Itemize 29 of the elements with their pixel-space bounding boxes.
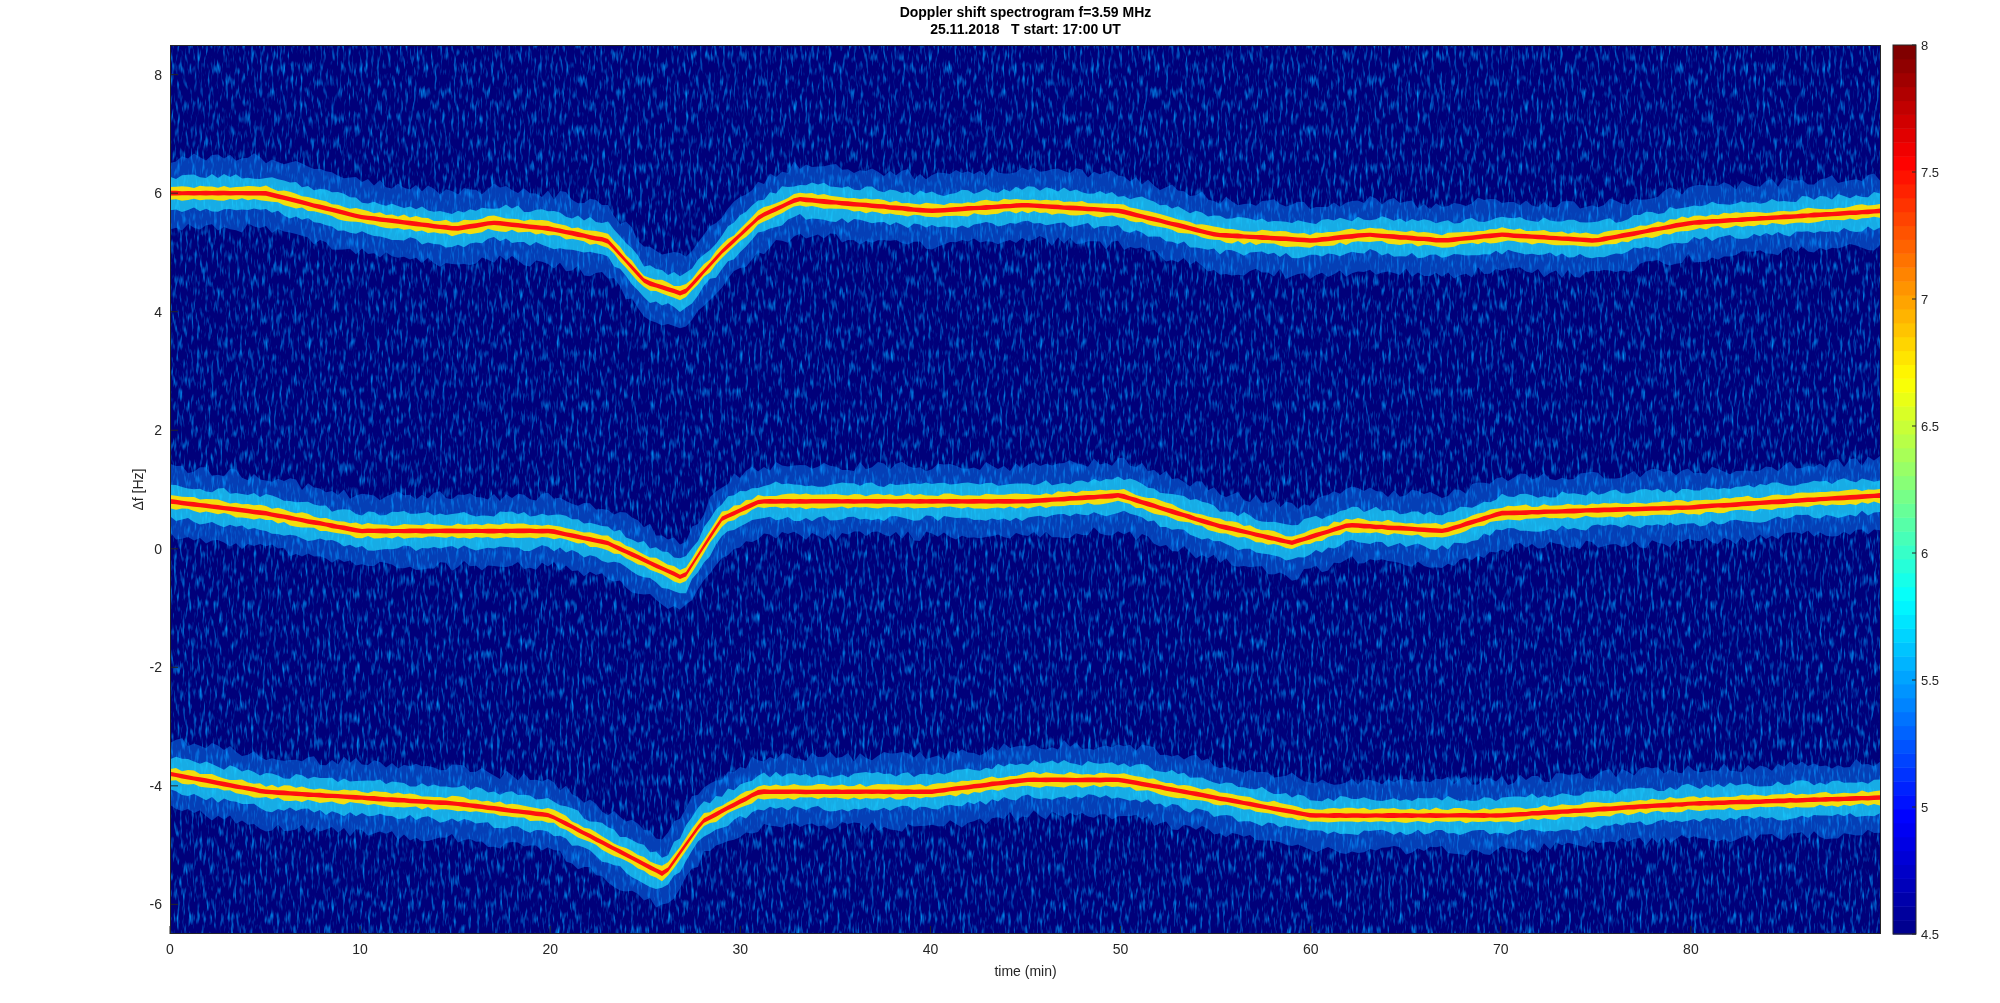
x-tick-label: 0: [166, 941, 174, 957]
x-tick-label: 80: [1683, 941, 1699, 957]
y-tick-label: 6: [154, 185, 162, 202]
x-tick-label: 10: [352, 941, 368, 957]
y-tick-label: -6: [149, 896, 162, 913]
y-tick-label: 4: [154, 303, 162, 320]
plot-title: Doppler shift spectrogram f=3.59 MHz: [899, 4, 1152, 20]
x-tick-label: 40: [922, 941, 939, 957]
y-tick-label: -2: [149, 659, 162, 676]
y-tick-label: -4: [149, 777, 162, 794]
colorbar-tick-label: 6: [1921, 546, 1929, 561]
x-axis-label: time (min): [994, 963, 1057, 979]
colorbar-tick-label: 4.5: [1921, 927, 1940, 942]
colorbar-tick-label: 6.5: [1921, 419, 1940, 434]
x-tick-label: 50: [1112, 941, 1129, 957]
x-tick-label: 20: [542, 941, 558, 957]
colorbar-tick-label: 5: [1921, 800, 1929, 815]
y-tick-label: 0: [154, 540, 162, 557]
plot-title: 25.11.2018 T start: 17:00 UT: [930, 21, 1121, 37]
x-tick-label: 60: [1302, 941, 1319, 957]
colorbar-tick-label: 7: [1921, 292, 1929, 307]
colorbar-tick-label: 5.5: [1921, 673, 1940, 688]
y-tick-label: 8: [154, 66, 162, 83]
y-axis-label: Δf [Hz]: [130, 468, 146, 511]
x-tick-label: 30: [732, 941, 749, 957]
y-tick-label: 2: [154, 422, 162, 439]
colorbar-tick-label: 8: [1921, 38, 1929, 53]
x-tick-label: 70: [1493, 941, 1509, 957]
colorbar-tick-label: 7.5: [1921, 165, 1940, 180]
